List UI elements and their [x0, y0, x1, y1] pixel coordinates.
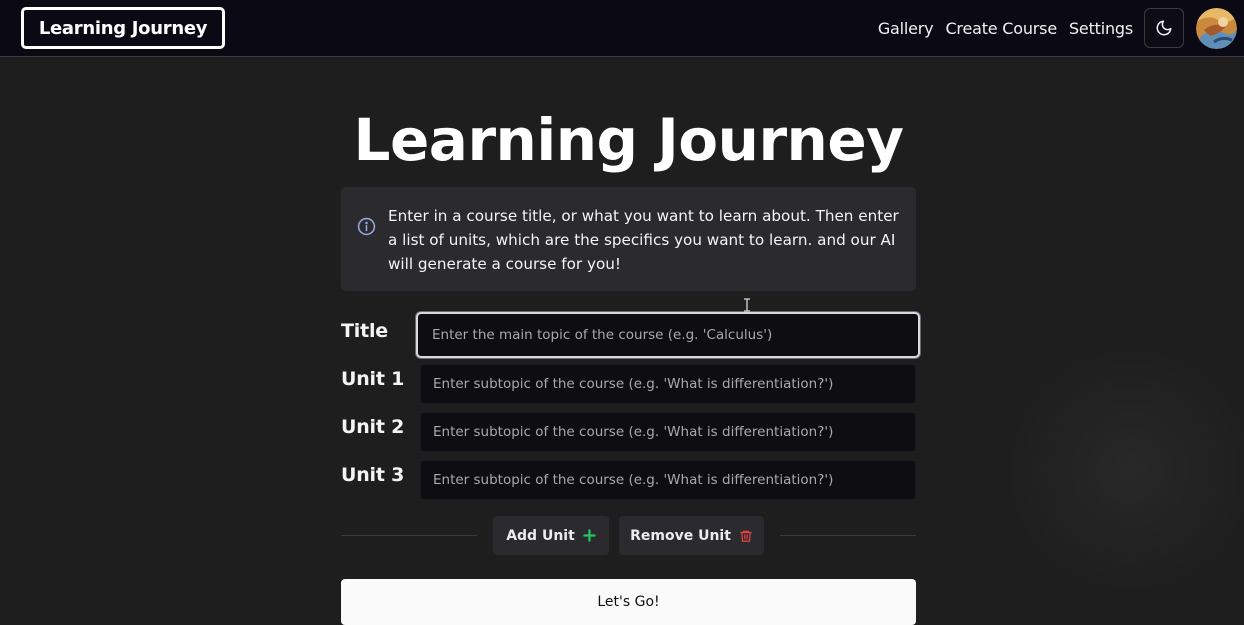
background-glow	[1010, 340, 1244, 600]
title-row: Title	[341, 312, 920, 358]
plus-icon	[583, 529, 596, 542]
text-cursor-icon	[744, 298, 750, 312]
course-title-input[interactable]	[416, 312, 920, 358]
unit-2-input[interactable]	[420, 412, 916, 452]
unit-row-2: Unit 2	[341, 412, 916, 452]
user-avatar[interactable]	[1196, 8, 1237, 49]
add-unit-button[interactable]: Add Unit	[493, 516, 609, 555]
trash-icon	[740, 530, 752, 542]
divider-right	[780, 535, 916, 536]
moon-icon	[1156, 20, 1172, 36]
add-unit-label: Add Unit	[506, 527, 575, 544]
theme-toggle-button[interactable]	[1144, 8, 1184, 48]
brand-logo-link[interactable]: Learning Journey	[21, 7, 225, 49]
nav-links: Gallery Create Course Settings	[878, 0, 1133, 57]
remove-unit-label: Remove Unit	[630, 527, 731, 544]
title-label: Title	[341, 320, 388, 342]
top-navbar: Learning Journey Gallery Create Course S…	[0, 0, 1244, 57]
avatar-image	[1196, 8, 1237, 49]
nav-link-gallery[interactable]: Gallery	[878, 19, 934, 38]
unit-3-label: Unit 3	[341, 464, 405, 486]
info-text: Enter in a course title, or what you wan…	[388, 207, 899, 273]
unit-1-label: Unit 1	[341, 368, 405, 390]
nav-link-create-course[interactable]: Create Course	[945, 19, 1057, 38]
divider-left	[341, 535, 477, 536]
submit-button[interactable]: Let's Go!	[341, 579, 916, 625]
page-title: Learning Journey	[353, 106, 904, 174]
unit-row-1: Unit 1	[341, 364, 916, 404]
info-icon	[357, 217, 376, 236]
unit-1-input[interactable]	[420, 364, 916, 404]
unit-2-label: Unit 2	[341, 416, 405, 438]
info-callout: Enter in a course title, or what you wan…	[341, 187, 916, 291]
unit-row-3: Unit 3	[341, 460, 916, 500]
unit-3-input[interactable]	[420, 460, 916, 500]
nav-link-settings[interactable]: Settings	[1069, 19, 1133, 38]
remove-unit-button[interactable]: Remove Unit	[619, 516, 764, 555]
